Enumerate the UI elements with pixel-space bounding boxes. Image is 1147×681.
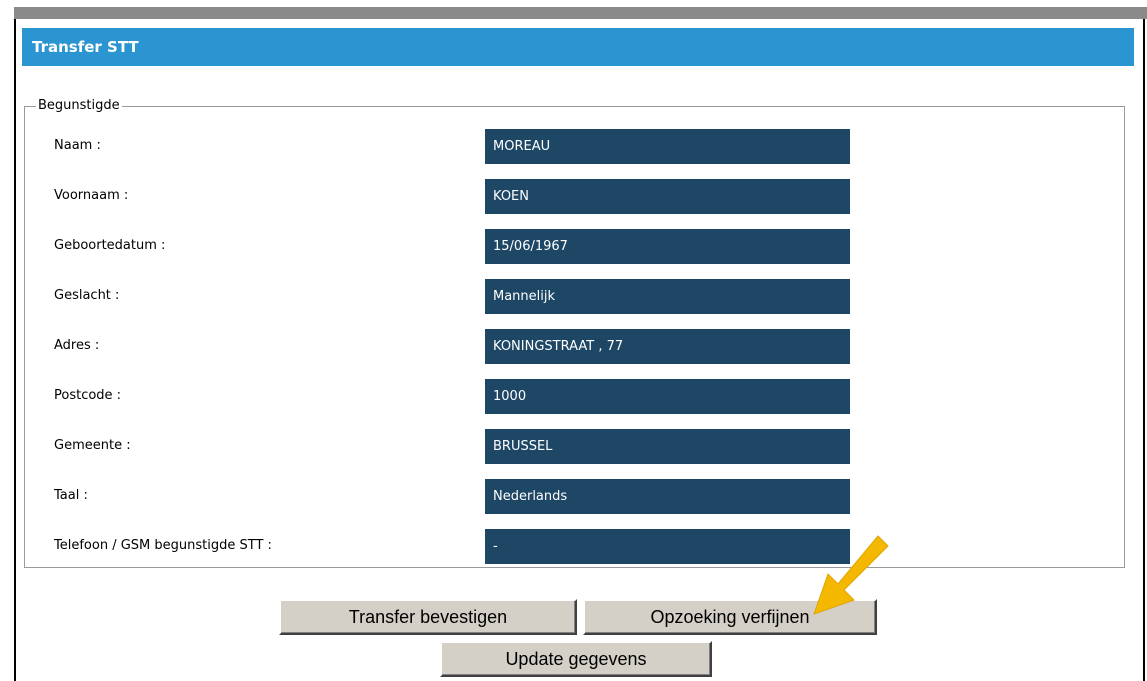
label-geslacht: Geslacht : [54, 288, 120, 303]
pointer-arrow-icon [813, 535, 889, 615]
field-geboortedatum: 15/06/1967 [485, 229, 850, 264]
panel-title: Transfer STT [32, 38, 139, 56]
field-adres: KONINGSTRAAT , 77 [485, 329, 850, 364]
field-geslacht: Mannelijk [485, 279, 850, 314]
label-geboortedatum: Geboortedatum : [54, 238, 166, 253]
panel-header: Transfer STT [22, 28, 1134, 66]
label-telefoon: Telefoon / GSM begunstigde STT : [54, 538, 272, 553]
label-gemeente: Gemeente : [54, 438, 131, 453]
label-voornaam: Voornaam : [54, 188, 129, 203]
transfer-bevestigen-button[interactable]: Transfer bevestigen [279, 599, 577, 635]
field-taal: Nederlands [485, 479, 850, 514]
field-voornaam: KOEN [485, 179, 850, 214]
field-gemeente: BRUSSEL [485, 429, 850, 464]
label-adres: Adres : [54, 338, 100, 353]
field-naam: MOREAU [485, 129, 850, 164]
label-naam: Naam : [54, 138, 101, 153]
fieldset-legend: Begunstigde [36, 97, 122, 115]
beneficiary-fieldset: Begunstigde Naam : MOREAU Voornaam : KOE… [24, 97, 1125, 568]
field-telefoon: - [485, 529, 850, 564]
label-postcode: Postcode : [54, 388, 122, 403]
update-gegevens-button[interactable]: Update gegevens [440, 641, 712, 677]
field-postcode: 1000 [485, 379, 850, 414]
top-bar [14, 7, 1147, 19]
label-taal: Taal : [54, 488, 88, 503]
